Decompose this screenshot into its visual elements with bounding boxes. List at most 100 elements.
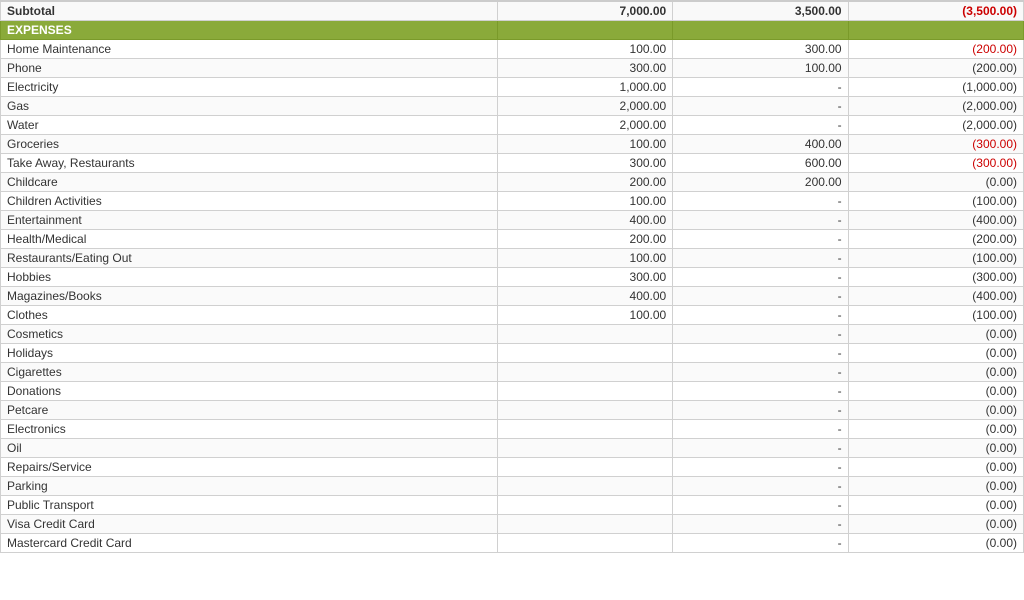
- row-budget: 100.00: [497, 192, 672, 211]
- row-actual: -: [673, 268, 848, 287]
- row-label: Donations: [1, 382, 498, 401]
- row-budget: 300.00: [497, 154, 672, 173]
- row-budget: [497, 420, 672, 439]
- row-diff: (0.00): [848, 439, 1023, 458]
- row-label: Visa Credit Card: [1, 515, 498, 534]
- row-budget: [497, 439, 672, 458]
- row-diff: (0.00): [848, 363, 1023, 382]
- row-actual: -: [673, 477, 848, 496]
- table-row: Entertainment400.00-(400.00): [1, 211, 1024, 230]
- row-label: Restaurants/Eating Out: [1, 249, 498, 268]
- subtotal-row: Subtotal 7,000.00 3,500.00 (3,500.00): [1, 1, 1024, 21]
- row-label: Water: [1, 116, 498, 135]
- row-diff: (300.00): [848, 135, 1023, 154]
- row-diff: (0.00): [848, 496, 1023, 515]
- table-row: Visa Credit Card -(0.00): [1, 515, 1024, 534]
- row-actual: -: [673, 439, 848, 458]
- table-row: Gas2,000.00-(2,000.00): [1, 97, 1024, 116]
- table-row: Groceries100.00400.00(300.00): [1, 135, 1024, 154]
- row-budget: 2,000.00: [497, 97, 672, 116]
- table-row: Public Transport-(0.00): [1, 496, 1024, 515]
- row-budget: 1,000.00: [497, 78, 672, 97]
- row-label: Parking: [1, 477, 498, 496]
- row-diff: (400.00): [848, 211, 1023, 230]
- row-budget: 100.00: [497, 40, 672, 59]
- row-actual: -: [673, 249, 848, 268]
- table-row: Electronics-(0.00): [1, 420, 1024, 439]
- table-row: Children Activities100.00-(100.00): [1, 192, 1024, 211]
- row-diff: (400.00): [848, 287, 1023, 306]
- row-budget: 200.00: [497, 230, 672, 249]
- spreadsheet-container: Subtotal 7,000.00 3,500.00 (3,500.00) EX…: [0, 0, 1024, 600]
- row-budget: [497, 382, 672, 401]
- row-budget: [497, 458, 672, 477]
- row-actual: 200.00: [673, 173, 848, 192]
- row-actual: -: [673, 515, 848, 534]
- row-label: Cosmetics: [1, 325, 498, 344]
- row-actual: -: [673, 192, 848, 211]
- subtotal-diff: (3,500.00): [848, 1, 1023, 21]
- subtotal-actual: 3,500.00: [673, 1, 848, 21]
- table-row: Electricity1,000.00-(1,000.00): [1, 78, 1024, 97]
- row-actual: -: [673, 97, 848, 116]
- row-diff: (0.00): [848, 401, 1023, 420]
- row-budget: [497, 515, 672, 534]
- row-label: Groceries: [1, 135, 498, 154]
- row-actual: -: [673, 458, 848, 477]
- row-label: Health/Medical: [1, 230, 498, 249]
- row-label: Cigarettes: [1, 363, 498, 382]
- row-actual: -: [673, 306, 848, 325]
- row-label: Public Transport: [1, 496, 498, 515]
- table-row: Petcare -(0.00): [1, 401, 1024, 420]
- row-budget: [497, 344, 672, 363]
- row-label: Oil: [1, 439, 498, 458]
- row-budget: 2,000.00: [497, 116, 672, 135]
- row-actual: -: [673, 78, 848, 97]
- table-row: Hobbies300.00-(300.00): [1, 268, 1024, 287]
- row-actual: -: [673, 382, 848, 401]
- table-row: Restaurants/Eating Out100.00-(100.00): [1, 249, 1024, 268]
- row-diff: (200.00): [848, 40, 1023, 59]
- row-diff: (0.00): [848, 344, 1023, 363]
- table-row: Holidays-(0.00): [1, 344, 1024, 363]
- row-label: Petcare: [1, 401, 498, 420]
- row-budget: [497, 534, 672, 553]
- row-label: Childcare: [1, 173, 498, 192]
- table-row: Repairs/Service-(0.00): [1, 458, 1024, 477]
- row-diff: (0.00): [848, 173, 1023, 192]
- row-budget: 200.00: [497, 173, 672, 192]
- row-actual: 100.00: [673, 59, 848, 78]
- table-row: Home Maintenance100.00300.00(200.00): [1, 40, 1024, 59]
- row-diff: (2,000.00): [848, 116, 1023, 135]
- row-actual: -: [673, 363, 848, 382]
- row-actual: -: [673, 344, 848, 363]
- table-row: Clothes100.00-(100.00): [1, 306, 1024, 325]
- row-diff: (2,000.00): [848, 97, 1023, 116]
- row-actual: 400.00: [673, 135, 848, 154]
- row-label: Magazines/Books: [1, 287, 498, 306]
- row-label: Children Activities: [1, 192, 498, 211]
- row-budget: [497, 401, 672, 420]
- row-budget: 100.00: [497, 306, 672, 325]
- budget-table: Subtotal 7,000.00 3,500.00 (3,500.00) EX…: [0, 0, 1024, 553]
- row-actual: -: [673, 325, 848, 344]
- row-budget: 400.00: [497, 287, 672, 306]
- row-actual: -: [673, 230, 848, 249]
- row-label: Entertainment: [1, 211, 498, 230]
- table-row: Phone300.00100.00(200.00): [1, 59, 1024, 78]
- row-diff: (300.00): [848, 268, 1023, 287]
- row-label: Gas: [1, 97, 498, 116]
- table-row: Water2,000.00-(2,000.00): [1, 116, 1024, 135]
- row-diff: (0.00): [848, 515, 1023, 534]
- row-label: Mastercard Credit Card: [1, 534, 498, 553]
- row-diff: (100.00): [848, 249, 1023, 268]
- row-budget: 100.00: [497, 135, 672, 154]
- row-actual: -: [673, 534, 848, 553]
- row-budget: [497, 363, 672, 382]
- subtotal-budget: 7,000.00: [497, 1, 672, 21]
- row-actual: -: [673, 287, 848, 306]
- row-actual: -: [673, 116, 848, 135]
- row-actual: -: [673, 401, 848, 420]
- table-row: Take Away, Restaurants300.00600.00(300.0…: [1, 154, 1024, 173]
- expenses-header-label: EXPENSES: [1, 21, 498, 40]
